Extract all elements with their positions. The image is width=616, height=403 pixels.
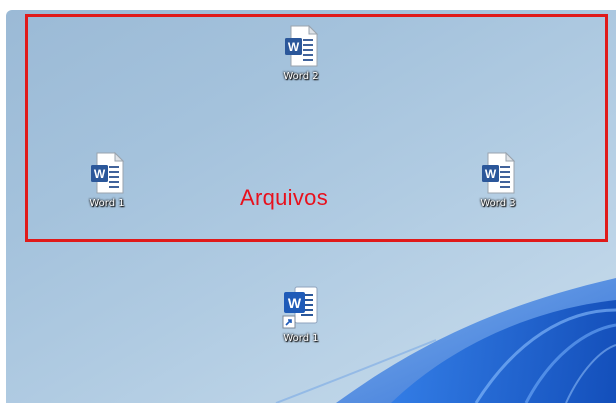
desktop-shortcut-word-1[interactable]: W Word 1 [261, 284, 341, 344]
desktop-icon-label: Word 1 [89, 198, 125, 209]
desktop-icon-label: Word 1 [283, 333, 319, 344]
desktop-icon-word-3[interactable]: W Word 3 [458, 151, 538, 209]
word-shortcut-icon: W [282, 286, 318, 329]
svg-text:W: W [94, 167, 106, 181]
desktop-icon-word-2[interactable]: W Word 2 [261, 24, 341, 82]
shortcut-arrow-icon [282, 315, 296, 329]
desktop-icon-word-1[interactable]: W Word 1 [67, 151, 147, 209]
word-document-icon: W [285, 24, 319, 67]
selection-label: Arquivos [240, 185, 328, 210]
svg-text:W: W [288, 295, 302, 311]
word-document-icon: W [91, 151, 125, 194]
desktop-icon-label: Word 3 [480, 198, 516, 209]
word-document-icon: W [482, 151, 516, 194]
svg-text:W: W [288, 40, 300, 54]
desktop-icon-label: Word 2 [283, 71, 319, 82]
desktop[interactable]: Arquivos W Word 2 W Word 1 W Word 3 W Wo… [6, 10, 616, 403]
svg-text:W: W [485, 167, 497, 181]
